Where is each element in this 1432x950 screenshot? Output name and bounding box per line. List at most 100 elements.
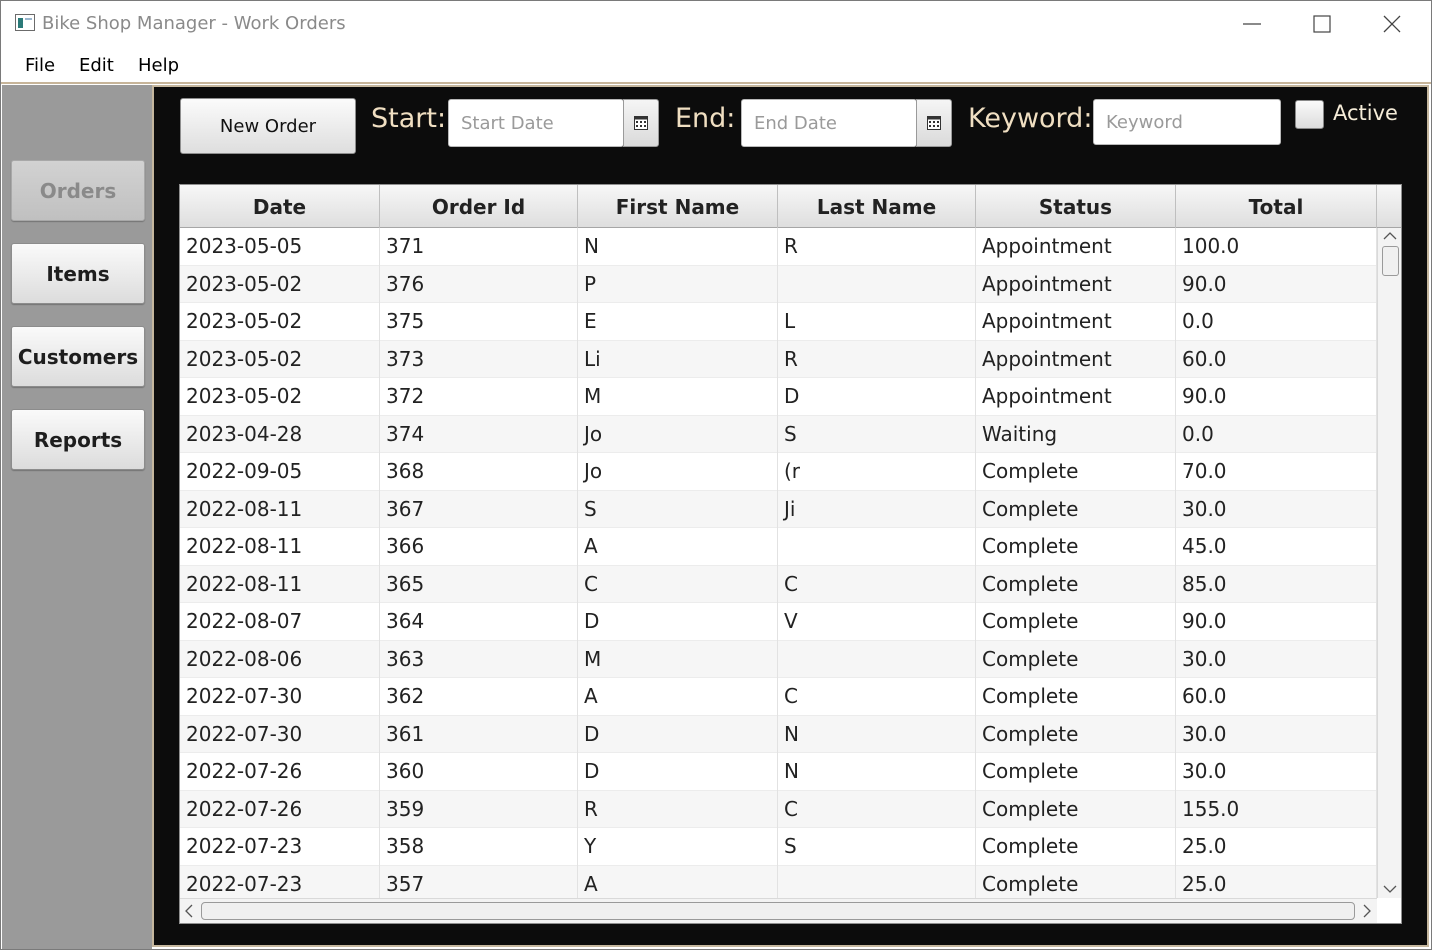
horizontal-scroll-thumb[interactable] — [201, 902, 1355, 920]
table-row[interactable]: 2022-07-26 359 R C Complete 155.0 — [180, 790, 1377, 828]
new-order-button[interactable]: New Order — [180, 98, 356, 154]
table-row[interactable]: 2022-07-23 357 A Complete 25.0 — [180, 865, 1377, 898]
table-row[interactable]: 2023-05-02 373 Li R Appointment 60.0 — [180, 340, 1377, 378]
end-date-input[interactable] — [742, 100, 916, 146]
cell-status: Complete — [976, 715, 1176, 753]
cell-first-name: C — [578, 565, 778, 603]
close-button[interactable] — [1358, 1, 1426, 45]
cell-first-name: N — [578, 228, 778, 266]
menu-file[interactable]: File — [25, 55, 55, 76]
keyword-field[interactable] — [1093, 99, 1281, 145]
cell-first-name: Jo — [578, 453, 778, 491]
column-header-first-name[interactable]: First Name — [578, 185, 778, 228]
maximize-button[interactable] — [1288, 1, 1356, 45]
sidebar-item-reports[interactable]: Reports — [11, 409, 145, 470]
column-header-order-id[interactable]: Order Id — [380, 185, 578, 228]
keyword-input[interactable] — [1094, 100, 1280, 144]
table-row[interactable]: 2022-09-05 368 Jo (r Complete 70.0 — [180, 453, 1377, 491]
cell-order-id: 372 — [380, 378, 578, 416]
cell-date: 2023-04-28 — [180, 415, 380, 453]
cell-first-name: Jo — [578, 415, 778, 453]
horizontal-scrollbar[interactable] — [180, 898, 1377, 923]
cell-total: 60.0 — [1176, 678, 1377, 716]
cell-order-id: 358 — [380, 828, 578, 866]
menu-help[interactable]: Help — [138, 55, 179, 76]
start-date-picker-button[interactable] — [623, 99, 659, 147]
cell-date: 2023-05-02 — [180, 378, 380, 416]
cell-order-id: 368 — [380, 453, 578, 491]
column-header-date[interactable]: Date — [180, 185, 380, 228]
menu-edit[interactable]: Edit — [79, 55, 114, 76]
cell-status: Appointment — [976, 303, 1176, 341]
table-row[interactable]: 2022-08-07 364 D V Complete 90.0 — [180, 603, 1377, 641]
cell-date: 2022-07-26 — [180, 753, 380, 791]
table-row[interactable]: 2023-04-28 374 Jo S Waiting 0.0 — [180, 415, 1377, 453]
table-row[interactable]: 2023-05-02 372 M D Appointment 90.0 — [180, 378, 1377, 416]
cell-last-name: N — [778, 753, 976, 791]
table-row[interactable]: 2022-07-26 360 D N Complete 30.0 — [180, 753, 1377, 791]
start-date-field[interactable] — [448, 99, 624, 147]
cell-last-name: L — [778, 303, 976, 341]
cell-date: 2022-08-11 — [180, 528, 380, 566]
end-date-picker-button[interactable] — [916, 99, 952, 147]
cell-status: Complete — [976, 828, 1176, 866]
minimize-icon — [1243, 23, 1261, 25]
vertical-scrollbar[interactable] — [1377, 228, 1401, 898]
cell-order-id: 373 — [380, 340, 578, 378]
table-row[interactable]: 2023-05-05 371 N R Appointment 100.0 — [180, 228, 1377, 266]
close-icon — [1383, 15, 1401, 33]
cell-order-id: 364 — [380, 603, 578, 641]
app-window: Bike Shop Manager - Work Orders File Edi… — [0, 0, 1432, 950]
cell-first-name: R — [578, 790, 778, 828]
table-row[interactable]: 2022-08-11 365 C C Complete 85.0 — [180, 565, 1377, 603]
cell-order-id: 376 — [380, 265, 578, 303]
table-body: 2023-05-05 371 N R Appointment 100.0 2023-05-0… — [180, 228, 1377, 898]
keyword-label: Keyword: — [968, 103, 1093, 134]
cell-status: Appointment — [976, 378, 1176, 416]
table-row[interactable]: 2022-07-30 361 D N Complete 30.0 — [180, 715, 1377, 753]
cell-status: Complete — [976, 528, 1176, 566]
title-bar: Bike Shop Manager - Work Orders — [1, 1, 1431, 45]
cell-status: Complete — [976, 678, 1176, 716]
cell-total: 90.0 — [1176, 378, 1377, 416]
cell-date: 2023-05-02 — [180, 265, 380, 303]
cell-last-name: C — [778, 790, 976, 828]
table-row[interactable]: 2023-05-02 375 E L Appointment 0.0 — [180, 303, 1377, 341]
cell-first-name: D — [578, 753, 778, 791]
cell-total: 0.0 — [1176, 303, 1377, 341]
cell-last-name: R — [778, 340, 976, 378]
cell-total: 30.0 — [1176, 715, 1377, 753]
table-row[interactable]: 2022-08-11 366 A Complete 45.0 — [180, 528, 1377, 566]
cell-date: 2022-09-05 — [180, 453, 380, 491]
vertical-scroll-thumb[interactable] — [1382, 246, 1399, 276]
cell-status: Appointment — [976, 228, 1176, 266]
scroll-right-icon[interactable] — [1362, 904, 1372, 918]
cell-date: 2022-08-11 — [180, 565, 380, 603]
table-row[interactable]: 2022-07-23 358 Y S Complete 25.0 — [180, 828, 1377, 866]
cell-date: 2023-05-05 — [180, 228, 380, 266]
sidebar-item-customers[interactable]: Customers — [11, 326, 145, 387]
active-checkbox[interactable] — [1295, 100, 1324, 129]
scroll-down-icon[interactable] — [1383, 884, 1397, 894]
scroll-up-icon[interactable] — [1383, 231, 1397, 241]
scroll-left-icon[interactable] — [184, 904, 194, 918]
calendar-icon — [634, 116, 648, 130]
cell-status: Complete — [976, 640, 1176, 678]
cell-status: Waiting — [976, 415, 1176, 453]
cell-first-name: A — [578, 528, 778, 566]
cell-status: Complete — [976, 865, 1176, 898]
sidebar-item-items[interactable]: Items — [11, 243, 145, 304]
end-date-field[interactable] — [741, 99, 917, 147]
table-row[interactable]: 2022-08-06 363 M Complete 30.0 — [180, 640, 1377, 678]
cell-total: 100.0 — [1176, 228, 1377, 266]
header-corner — [1377, 185, 1401, 228]
start-date-input[interactable] — [449, 100, 623, 146]
column-header-last-name[interactable]: Last Name — [778, 185, 976, 228]
sidebar-item-orders[interactable]: Orders — [11, 160, 145, 221]
table-row[interactable]: 2022-07-30 362 A C Complete 60.0 — [180, 678, 1377, 716]
column-header-total[interactable]: Total — [1176, 185, 1377, 228]
minimize-button[interactable] — [1218, 1, 1286, 45]
column-header-status[interactable]: Status — [976, 185, 1176, 228]
table-row[interactable]: 2023-05-02 376 P Appointment 90.0 — [180, 265, 1377, 303]
table-row[interactable]: 2022-08-11 367 S Ji Complete 30.0 — [180, 490, 1377, 528]
